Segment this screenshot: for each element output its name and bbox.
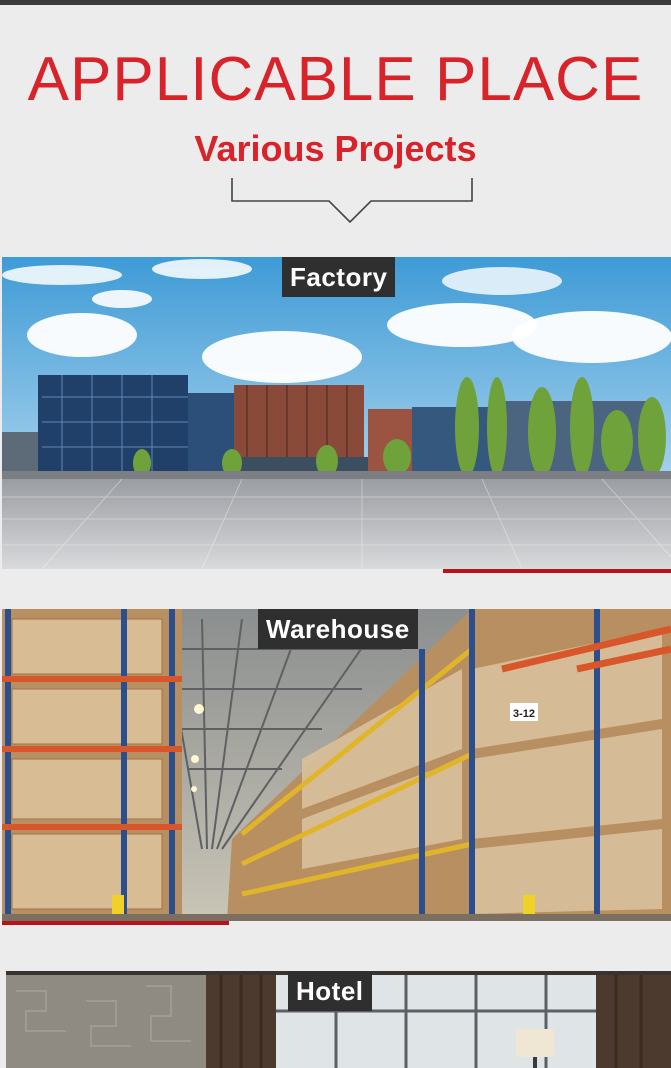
section-label-factory: Factory xyxy=(282,257,396,297)
rack-sign-text: 3-12 xyxy=(513,708,535,720)
hotel-photo: Hotel xyxy=(6,971,671,1068)
warehouse-accent-bar xyxy=(2,921,229,925)
page-subtitle: Various Projects xyxy=(194,128,477,169)
page-title: APPLICABLE PLACE xyxy=(27,45,644,114)
top-border xyxy=(0,0,671,5)
section-label-hotel: Hotel xyxy=(288,971,372,1011)
warehouse-photo: 3-12 Warehouse xyxy=(2,609,671,921)
section-label-warehouse: Warehouse xyxy=(258,609,418,649)
factory-photo: Factory xyxy=(2,257,671,569)
down-chevron-bracket-icon xyxy=(231,178,473,224)
factory-accent-bar xyxy=(443,569,671,573)
